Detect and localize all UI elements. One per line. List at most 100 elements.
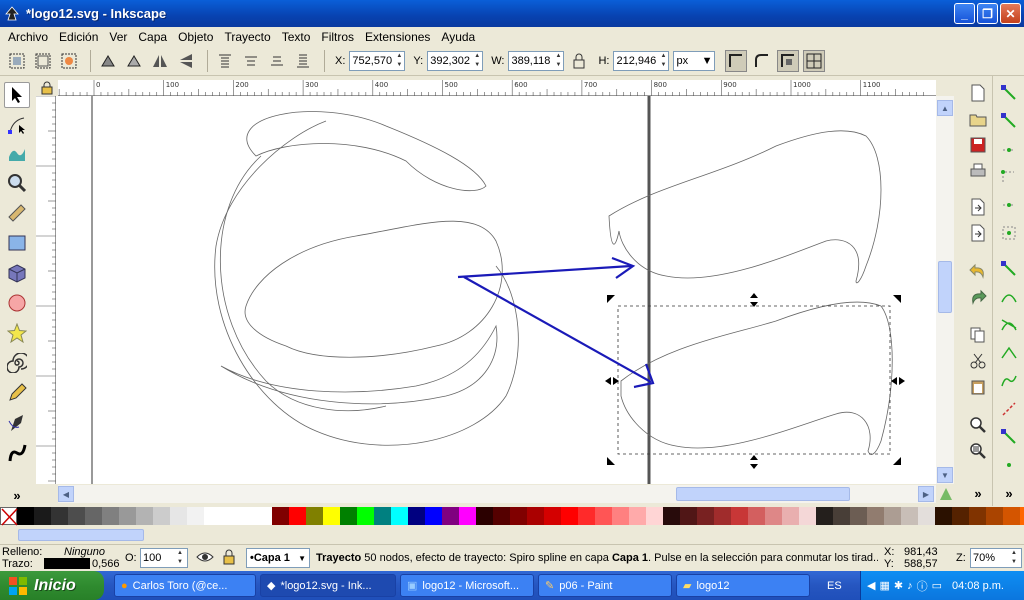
flip-vertical-icon[interactable] (175, 50, 197, 72)
snap-object-centers-icon[interactable] (998, 426, 1020, 448)
snap-smooth-nodes-icon[interactable] (998, 370, 1020, 392)
scroll-up-icon[interactable]: ▲ (937, 100, 953, 116)
y-input[interactable] (428, 51, 473, 70)
language-indicator[interactable]: ES (827, 580, 842, 592)
color-swatch[interactable] (323, 507, 340, 525)
snap-bbox-center-icon[interactable] (998, 222, 1020, 244)
zoom-selection-icon[interactable] (967, 414, 989, 436)
color-swatch[interactable] (697, 507, 714, 525)
snap-bbox-edge-icon[interactable] (998, 138, 1020, 160)
star-tool-icon[interactable] (4, 320, 30, 346)
vertical-scroll-thumb[interactable] (938, 261, 952, 313)
color-swatch[interactable] (170, 507, 187, 525)
color-swatch[interactable] (901, 507, 918, 525)
cut-icon[interactable] (967, 350, 989, 372)
color-swatch[interactable] (935, 507, 952, 525)
color-swatch[interactable] (221, 507, 238, 525)
selection-bbox[interactable] (617, 305, 891, 455)
more-tools-icon[interactable]: » (4, 482, 30, 508)
raise-to-top-icon[interactable] (214, 50, 236, 72)
color-swatch[interactable] (442, 507, 459, 525)
copy-icon[interactable] (967, 324, 989, 346)
color-swatch[interactable] (34, 507, 51, 525)
task-inkscape[interactable]: ◆ *logo12.svg - Ink... (260, 574, 396, 597)
color-swatch[interactable] (119, 507, 136, 525)
color-swatch[interactable] (408, 507, 425, 525)
undo-icon[interactable] (967, 260, 989, 282)
volume-icon[interactable]: ♪ (907, 580, 913, 592)
color-swatch[interactable] (68, 507, 85, 525)
x-input[interactable] (350, 51, 395, 70)
menu-capa[interactable]: Capa (134, 30, 171, 44)
snap-rotation-centers-icon[interactable] (998, 454, 1020, 476)
node-tool-icon[interactable] (4, 112, 30, 138)
color-swatch[interactable] (493, 507, 510, 525)
color-swatch[interactable] (85, 507, 102, 525)
drawing-canvas[interactable] (56, 96, 936, 484)
lower-to-bottom-icon[interactable] (292, 50, 314, 72)
new-document-icon[interactable] (967, 82, 989, 104)
scale-stroke-icon[interactable] (725, 49, 748, 72)
info-icon[interactable]: ⓘ (917, 578, 928, 594)
zoom-drawing-icon[interactable] (967, 440, 989, 462)
task-firefox[interactable]: ● Carlos Toro (@ce... (114, 574, 256, 597)
horizontal-scroll-thumb[interactable] (676, 487, 850, 501)
color-palette[interactable] (0, 507, 1024, 526)
rotate-ccw-icon[interactable] (97, 50, 119, 72)
color-swatch[interactable] (969, 507, 986, 525)
menu-ayuda[interactable]: Ayuda (437, 30, 479, 44)
snap-bbox-corner-icon[interactable] (998, 166, 1020, 188)
color-swatch[interactable] (255, 507, 272, 525)
color-swatch[interactable] (986, 507, 1003, 525)
3d-box-tool-icon[interactable] (4, 260, 30, 286)
layer-select[interactable]: •Capa 1 ▼ (246, 548, 310, 568)
color-swatch[interactable] (884, 507, 901, 525)
paste-icon[interactable] (967, 376, 989, 398)
color-swatch[interactable] (476, 507, 493, 525)
color-swatch[interactable] (714, 507, 731, 525)
color-swatch[interactable] (187, 507, 204, 525)
color-swatch[interactable] (680, 507, 697, 525)
color-swatch[interactable] (1003, 507, 1020, 525)
drawing-svg[interactable] (56, 96, 936, 484)
task-folder[interactable]: ▰ logo12 (676, 574, 810, 597)
scroll-left-icon[interactable]: ◀ (58, 486, 74, 502)
stroke-width[interactable]: 0,566 (92, 558, 120, 570)
w-spinbox[interactable]: ▲▼ (508, 50, 565, 71)
color-swatch[interactable] (765, 507, 782, 525)
color-swatch[interactable] (136, 507, 153, 525)
w-input[interactable] (509, 51, 554, 70)
color-swatch[interactable] (833, 507, 850, 525)
color-swatch[interactable] (816, 507, 833, 525)
color-swatch[interactable] (527, 507, 544, 525)
task-word[interactable]: ▣ logo12 - Microsoft... (400, 574, 534, 597)
zoom-spinbox[interactable]: ▲▼ (970, 548, 1022, 568)
snap-bbox-midpoint-icon[interactable] (998, 194, 1020, 216)
network-icon[interactable]: ▦ (879, 579, 889, 592)
print-icon[interactable] (967, 160, 989, 182)
scale-corners-icon[interactable] (751, 50, 773, 72)
pencil-tool-icon[interactable] (4, 380, 30, 406)
color-swatch[interactable] (561, 507, 578, 525)
safe-remove-icon[interactable]: ▭ (932, 579, 942, 592)
open-document-icon[interactable] (967, 108, 989, 130)
ruler-lock-icon[interactable] (36, 80, 58, 96)
save-document-icon[interactable] (967, 134, 989, 156)
color-swatch[interactable] (782, 507, 799, 525)
transform-gradients-icon[interactable] (777, 49, 800, 72)
color-swatch[interactable] (425, 507, 442, 525)
zoom-input[interactable] (971, 549, 1009, 567)
tray-expand-icon[interactable]: ◀ (867, 579, 875, 592)
menu-texto[interactable]: Texto (278, 30, 315, 44)
ellipse-tool-icon[interactable] (4, 290, 30, 316)
opacity-spinbox[interactable]: ▲▼ (140, 548, 188, 568)
color-swatch[interactable] (952, 507, 969, 525)
color-swatch[interactable] (612, 507, 629, 525)
menu-filtros[interactable]: Filtros (317, 30, 358, 44)
snap-bbox-icon[interactable] (998, 110, 1020, 132)
snap-nodes-icon[interactable] (998, 258, 1020, 280)
color-swatch[interactable] (510, 507, 527, 525)
color-swatch[interactable] (578, 507, 595, 525)
tweak-tool-icon[interactable] (4, 140, 30, 166)
more-commands-icon[interactable]: » (967, 482, 989, 504)
